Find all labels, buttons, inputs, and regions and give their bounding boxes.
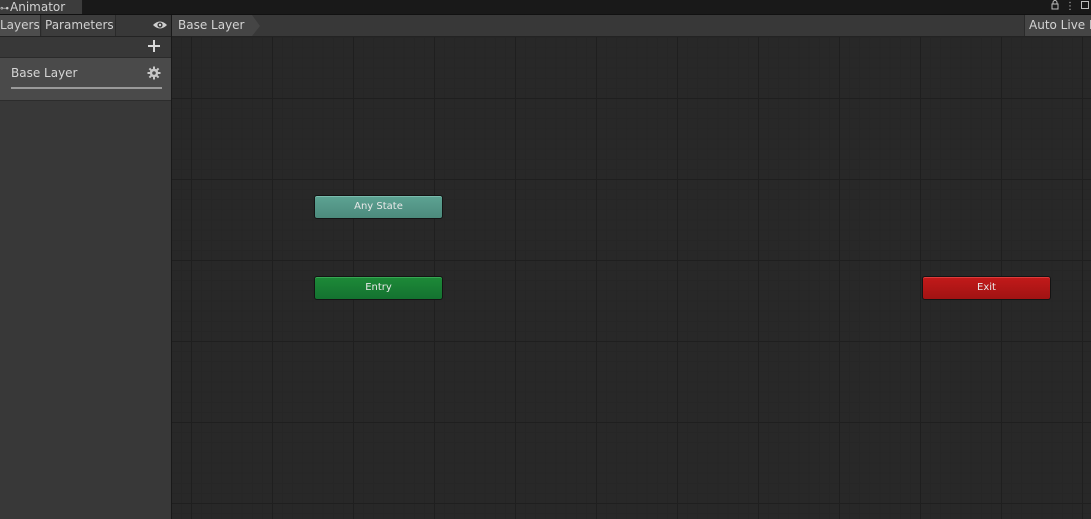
gear-icon[interactable] bbox=[147, 65, 161, 80]
layers-panel: Base Layer bbox=[0, 37, 171, 519]
maximize-icon[interactable] bbox=[1081, 0, 1089, 15]
window-tab[interactable]: ⊶Animator bbox=[0, 0, 83, 14]
state-machine-graph[interactable]: Any State Entry Exit bbox=[172, 37, 1091, 519]
layers-header bbox=[0, 37, 171, 58]
state-node-entry[interactable]: Entry bbox=[314, 276, 443, 300]
plus-icon[interactable] bbox=[146, 38, 162, 54]
lock-icon[interactable] bbox=[1051, 0, 1059, 15]
window-title: Animator bbox=[10, 0, 66, 14]
window-controls: ⋮ bbox=[1051, 0, 1091, 14]
animator-icon: ⊶ bbox=[0, 4, 9, 14]
breadcrumb[interactable]: Base Layer bbox=[172, 15, 252, 36]
window-title-bar: ⊶Animator ⋮ bbox=[0, 0, 1091, 15]
kebab-menu-icon[interactable]: ⋮ bbox=[1065, 0, 1075, 14]
breadcrumb-arrow bbox=[252, 15, 260, 36]
state-node-any-state[interactable]: Any State bbox=[314, 195, 443, 219]
tab-layers[interactable]: Layers bbox=[0, 15, 41, 36]
auto-live-link-button[interactable]: Auto Live L bbox=[1024, 15, 1091, 36]
layer-item[interactable]: Base Layer bbox=[0, 58, 171, 101]
tab-parameters[interactable]: Parameters bbox=[42, 15, 116, 36]
state-node-exit[interactable]: Exit bbox=[922, 276, 1051, 300]
layer-name: Base Layer bbox=[11, 66, 78, 80]
eye-icon[interactable] bbox=[151, 17, 169, 33]
animator-toolbar: Layers Parameters bbox=[0, 15, 1091, 37]
layer-weight-slider[interactable] bbox=[11, 87, 162, 89]
